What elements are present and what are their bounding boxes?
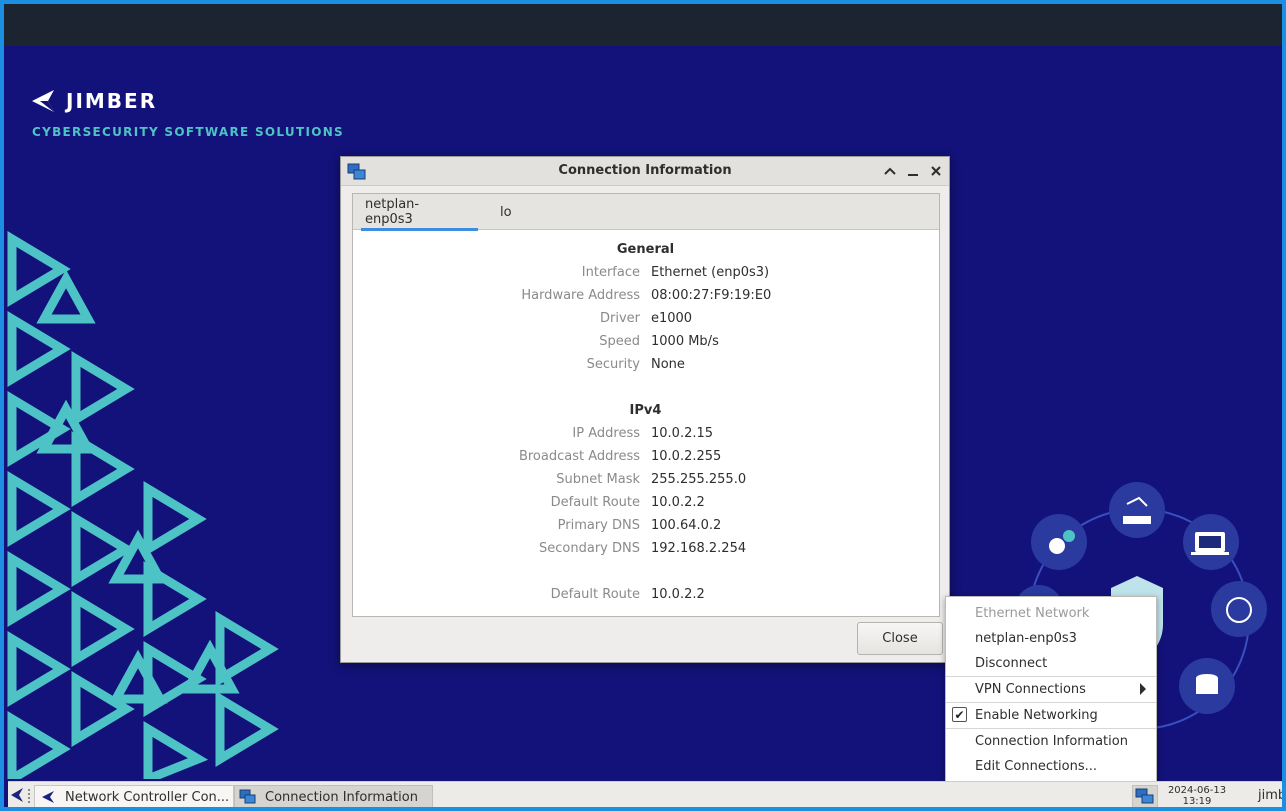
submenu-arrow-icon: [1140, 683, 1146, 695]
ipv4-heading: IPv4: [629, 403, 662, 418]
menu-item-edit-connections[interactable]: Edit Connections...: [946, 754, 1156, 778]
brand-name: JIMBER: [66, 89, 158, 113]
info-label: Speed: [599, 334, 640, 349]
info-value: 255.255.255.0: [651, 472, 747, 487]
menu-item-label: VPN Connections: [975, 681, 1086, 697]
triangle-pattern-graphic: [7, 231, 279, 779]
info-row-secondary-dns: Secondary DNS 192.168.2.254: [353, 541, 938, 561]
jimber-app-icon: [39, 788, 57, 806]
desktop-top-bar: [4, 4, 1282, 46]
start-menu-button[interactable]: [10, 787, 24, 807]
info-row-driver: Driver e1000: [353, 311, 938, 331]
clock-time: 13:19: [1182, 796, 1212, 807]
info-row-default-route-2: Default Route 10.0.2.2: [353, 587, 938, 607]
brand-tagline: CYBERSECURITY SOFTWARE SOLUTIONS: [32, 125, 344, 139]
taskbar: Network Controller Con... Connection Inf…: [8, 781, 1282, 807]
menu-item-connection-information[interactable]: Connection Information: [946, 729, 1156, 753]
info-row-hardware-address: Hardware Address 08:00:27:F9:19:E0: [353, 288, 938, 308]
close-window-button[interactable]: [927, 162, 945, 180]
menu-item-netplan-enp0s3[interactable]: netplan-enp0s3: [946, 626, 1156, 650]
info-value: 08:00:27:F9:19:E0: [651, 288, 772, 303]
info-label: Hardware Address: [521, 288, 640, 303]
info-value: e1000: [651, 311, 693, 326]
jimber-start-icon: [11, 788, 23, 802]
menu-item-label: Enable Networking: [975, 707, 1098, 723]
taskbar-item-label: Connection Information: [265, 789, 418, 805]
info-value: None: [651, 357, 685, 372]
info-label: Interface: [581, 265, 640, 280]
info-label: Default Route: [550, 587, 640, 602]
menu-header-ethernet-network: Ethernet Network: [975, 605, 1090, 621]
taskbar-item-label: Network Controller Con...: [65, 789, 230, 805]
info-value: 1000 Mb/s: [651, 334, 719, 349]
info-value: 100.64.0.2: [651, 518, 722, 533]
taskbar-item-network-controller[interactable]: Network Controller Con...: [34, 785, 234, 807]
menu-item-enable-networking[interactable]: ✔ Enable Networking: [946, 703, 1156, 727]
network-tray-icon[interactable]: [1132, 785, 1158, 807]
taskbar-grip[interactable]: [28, 789, 30, 803]
tab-netplan-enp0s3[interactable]: netplan-enp0s3: [353, 194, 478, 231]
info-row-default-route: Default Route 10.0.2.2: [353, 495, 938, 515]
taskbar-item-connection-information[interactable]: Connection Information: [234, 785, 433, 807]
maximize-button[interactable]: [881, 162, 899, 180]
network-connected-icon: [1135, 788, 1154, 804]
minimize-button[interactable]: [904, 162, 922, 180]
network-computers-icon: [239, 788, 257, 806]
info-row-primary-dns: Primary DNS 100.64.0.2: [353, 518, 938, 538]
tab-bar: netplan-enp0s3 lo: [353, 194, 939, 231]
checkbox-checked-icon[interactable]: ✔: [952, 707, 967, 722]
info-label: Subnet Mask: [556, 472, 640, 487]
jimber-logo-icon: [32, 90, 54, 112]
general-heading: General: [616, 242, 675, 257]
connection-information-dialog: Connection Information netplan-enp0s3 lo…: [340, 156, 950, 663]
desktop: JIMBER CYBERSECURITY SOFTWARE SOLUTIONS: [0, 0, 1286, 811]
close-icon: [931, 166, 941, 176]
dialog-title: Connection Information: [558, 163, 732, 178]
info-label: Default Route: [550, 495, 640, 510]
info-row-ip-address: IP Address 10.0.2.15: [353, 426, 938, 446]
dialog-titlebar[interactable]: Connection Information: [341, 157, 949, 186]
info-label: Secondary DNS: [539, 541, 640, 556]
info-row-speed: Speed 1000 Mb/s: [353, 334, 938, 354]
info-label: IP Address: [572, 426, 640, 441]
info-label: Broadcast Address: [518, 449, 640, 464]
info-row-interface: Interface Ethernet (enp0s3): [353, 265, 938, 285]
user-name[interactable]: jimber: [1258, 788, 1282, 803]
connection-tabs: netplan-enp0s3 lo General Interface Ethe…: [352, 193, 940, 617]
info-label: Primary DNS: [557, 518, 640, 533]
info-row-security: Security None: [353, 357, 938, 377]
jimber-logo: JIMBER: [30, 88, 157, 114]
info-value: 192.168.2.254: [651, 541, 747, 556]
close-button[interactable]: Close: [857, 622, 943, 655]
menu-item-disconnect[interactable]: Disconnect: [946, 651, 1156, 675]
info-label: Security: [586, 357, 640, 372]
info-label: Driver: [599, 311, 640, 326]
info-row-subnet-mask: Subnet Mask 255.255.255.0: [353, 472, 938, 492]
clock[interactable]: 2024-06-13 13:19: [1164, 785, 1230, 807]
info-value: Ethernet (enp0s3): [651, 265, 770, 280]
menu-item-vpn-connections[interactable]: VPN Connections: [946, 677, 1156, 701]
info-row-broadcast-address: Broadcast Address 10.0.2.255: [353, 449, 938, 469]
info-value: 10.0.2.255: [651, 449, 722, 464]
info-value: 10.0.2.15: [651, 426, 714, 441]
clock-date: 2024-06-13: [1167, 785, 1227, 796]
minimize-icon: [908, 174, 918, 176]
info-value: 10.0.2.2: [651, 495, 705, 510]
network-applet-menu: Ethernet Network netplan-enp0s3 Disconne…: [945, 596, 1157, 782]
chevron-up-icon: [884, 167, 896, 175]
tab-lo[interactable]: lo: [478, 194, 524, 230]
info-value: 10.0.2.2: [651, 587, 705, 602]
